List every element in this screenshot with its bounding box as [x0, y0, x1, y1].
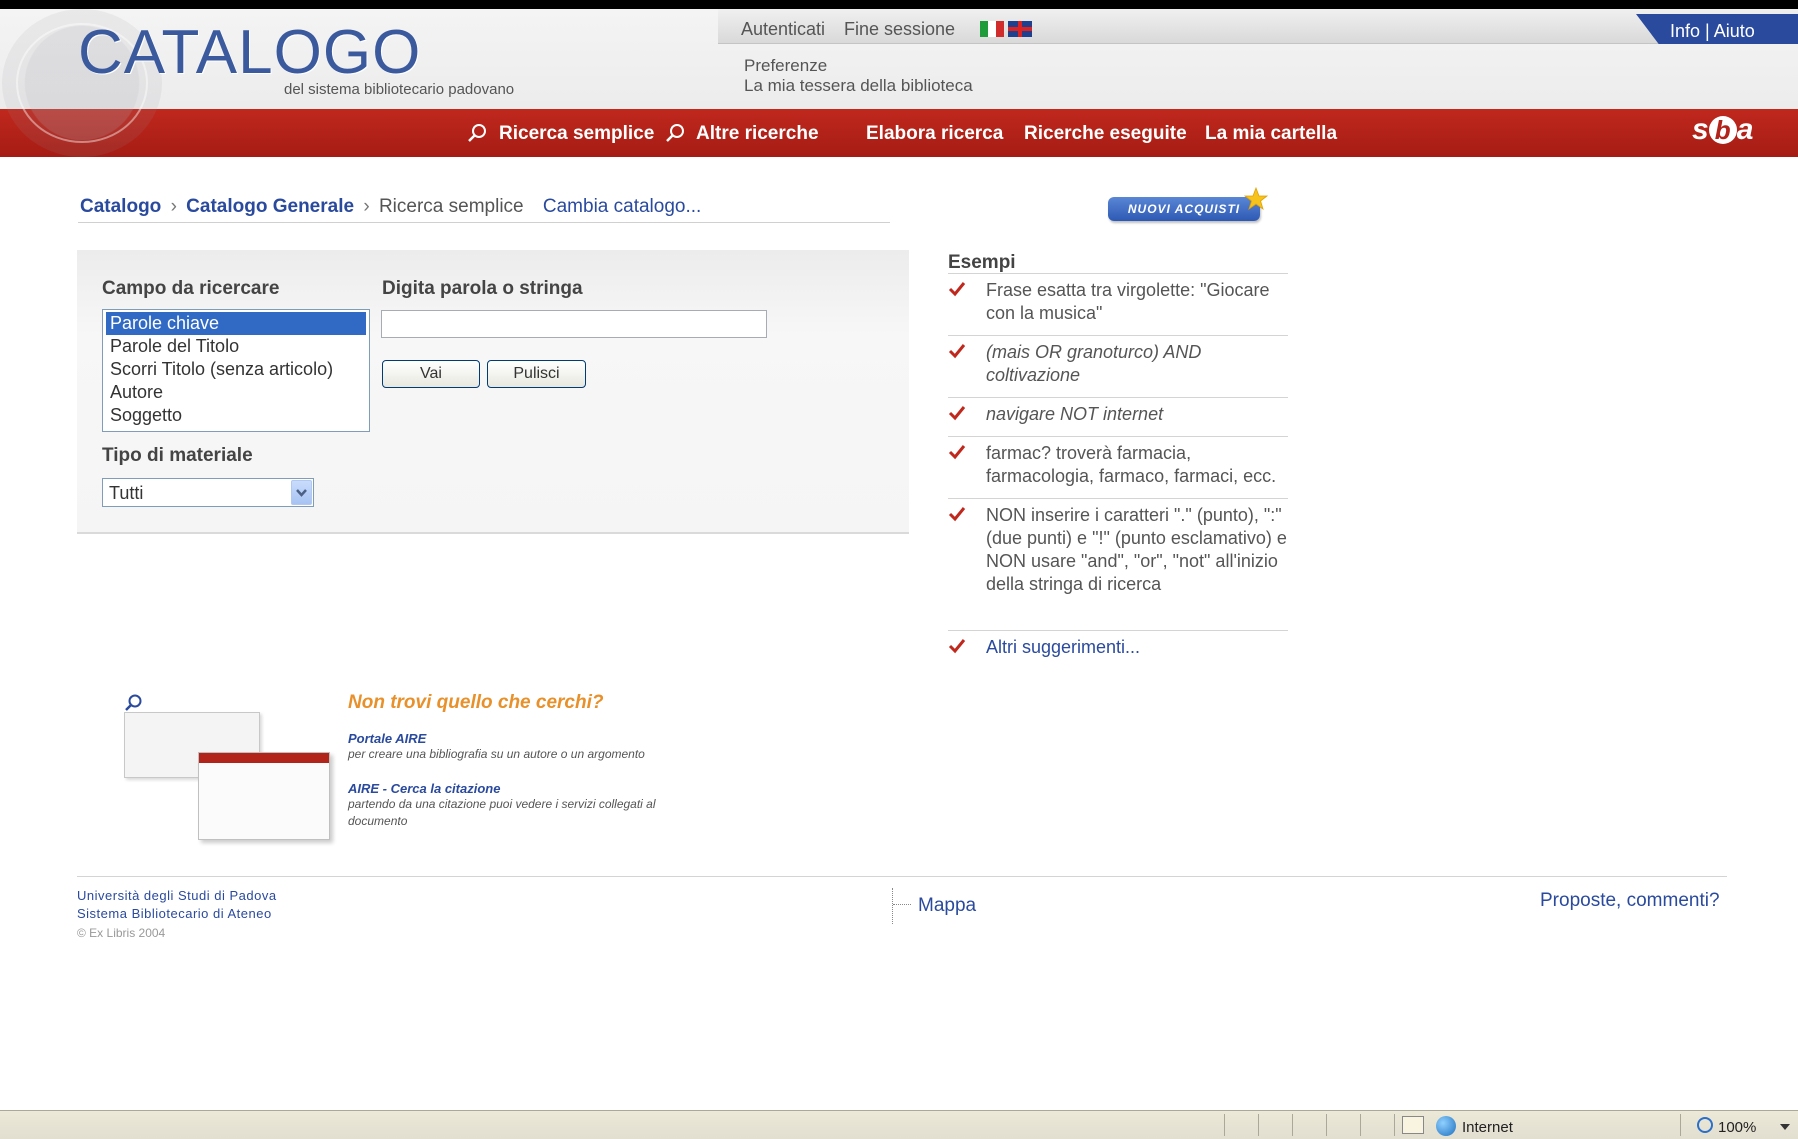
check-icon [948, 406, 966, 421]
statusbar-divider [1326, 1114, 1327, 1136]
nav-other-searches[interactable]: Altre ricerche [696, 123, 819, 145]
more-tips-link[interactable]: Altri suggerimenti... [986, 636, 1288, 659]
check-icon [948, 507, 966, 522]
sba-logo: sba [1692, 113, 1753, 147]
logout-link[interactable]: Fine sessione [844, 19, 955, 40]
aire-portal-link[interactable]: Portale AIRE [348, 731, 426, 746]
search-icon [125, 694, 142, 711]
copyright-text: © Ex Libris 2004 [77, 926, 166, 940]
change-catalog-link[interactable]: Cambia catalogo... [543, 196, 701, 217]
check-icon [948, 282, 966, 297]
breadcrumb-separator: › [170, 196, 177, 217]
material-type-label: Tipo di materiale [102, 445, 253, 466]
catalog-logo-title[interactable]: CATALOGO [78, 18, 421, 88]
examples-divider [948, 630, 1288, 631]
zoom-icon[interactable] [1697, 1117, 1713, 1133]
browser-statusbar [0, 1110, 1798, 1139]
sba-logo-s: s [1692, 113, 1709, 146]
zoom-level[interactable]: 100% [1718, 1119, 1756, 1136]
check-icon [948, 639, 966, 654]
statusbar-divider [1224, 1114, 1225, 1136]
nav-search-history[interactable]: Ricerche eseguite [1024, 123, 1187, 145]
aire-citation-link[interactable]: AIRE - Cerca la citazione [348, 781, 500, 796]
field-option-keywords[interactable]: Parole chiave [106, 312, 366, 335]
sitemap-tree-icon [892, 888, 914, 924]
login-link[interactable]: Autenticati [741, 19, 825, 40]
statusbar-divider [1258, 1114, 1259, 1136]
search-query-input[interactable] [381, 310, 767, 338]
nav-refine-search[interactable]: Elabora ricerca [866, 123, 1003, 145]
query-label: Digita parola o stringa [382, 278, 583, 299]
go-button[interactable]: Vai [382, 360, 480, 388]
sba-logo-b: b [1708, 116, 1737, 144]
examples-divider [948, 436, 1288, 437]
clear-button[interactable]: Pulisci [487, 360, 586, 388]
breadcrumb: Catalogo › Catalogo Generale › Ricerca s… [80, 196, 701, 218]
aire-citation-description: partendo da una citazione puoi vedere i … [348, 797, 656, 828]
library-card-link[interactable]: La mia tessera della biblioteca [744, 76, 973, 96]
statusbar-divider [1680, 1114, 1681, 1136]
example-exact-phrase: Frase esatta tra virgolette: "Giocare co… [986, 279, 1288, 325]
statusbar-divider [1292, 1114, 1293, 1136]
examples-divider [948, 335, 1288, 336]
citation-screenshot-thumbnail [198, 752, 330, 840]
example-boolean-not: navigare NOT internet [986, 404, 1164, 424]
new-acquisitions-button[interactable]: NUOVI ACQUISTI [1108, 197, 1260, 221]
sba-logo-a: a [1736, 113, 1754, 146]
search-icon [468, 124, 486, 142]
breadcrumb-divider [78, 222, 890, 223]
breadcrumb-catalog[interactable]: Catalogo [80, 196, 161, 217]
examples-title: Esempi [948, 252, 1016, 273]
protected-mode-icon[interactable] [1402, 1116, 1424, 1134]
sitemap-link[interactable]: Mappa [918, 895, 976, 917]
example-exact-phrase-text: Frase esatta tra virgolette: "Giocare co… [986, 280, 1270, 323]
promo-title: Non trovi quello che cerchi? [348, 692, 604, 713]
material-type-value: Tutti [109, 483, 144, 503]
search-field-listbox[interactable]: Parole chiave Parole del Titolo Scorri T… [102, 309, 370, 432]
nav-my-folder[interactable]: La mia cartella [1205, 123, 1337, 145]
star-icon [1244, 187, 1268, 211]
window-top-strip [0, 0, 1798, 9]
internet-zone-icon [1436, 1116, 1456, 1136]
example-boolean-or-and: (mais OR granoturco) AND coltivazione [986, 342, 1202, 385]
example-forbidden-characters: NON inserire i caratteri "." (punto), ":… [986, 505, 1287, 594]
aire-portal-description: per creare una bibliografia su un autore… [348, 747, 645, 761]
breadcrumb-separator: › [363, 196, 370, 217]
english-flag-icon[interactable] [1008, 21, 1032, 37]
italian-flag-icon[interactable] [980, 21, 1004, 37]
field-option-title-words[interactable]: Parole del Titolo [106, 335, 366, 358]
chevron-down-icon[interactable] [291, 480, 312, 505]
university-link[interactable]: Università degli Studi di Padova [77, 888, 277, 903]
info-help-link[interactable]: Info | Aiuto [1670, 21, 1755, 42]
check-icon [948, 344, 966, 359]
field-option-browse-title[interactable]: Scorri Titolo (senza articolo) [106, 358, 366, 381]
catalog-logo-subtitle: del sistema bibliotecario padovano [284, 81, 515, 98]
search-icon [666, 124, 684, 142]
examples-divider [948, 498, 1288, 499]
footer-divider [77, 876, 1727, 877]
examples-divider [948, 273, 1288, 274]
statusbar-divider [1394, 1114, 1395, 1136]
preferences-link[interactable]: Preferenze [744, 56, 827, 76]
field-option-author[interactable]: Autore [106, 381, 366, 404]
examples-divider [948, 397, 1288, 398]
statusbar-divider [1360, 1114, 1361, 1136]
field-option-subject[interactable]: Soggetto [106, 404, 366, 427]
breadcrumb-general-catalog[interactable]: Catalogo Generale [186, 196, 354, 217]
field-label: Campo da ricercare [102, 278, 280, 299]
chevron-down-icon[interactable] [1780, 1124, 1790, 1130]
breadcrumb-current: Ricerca semplice [378, 196, 524, 217]
material-type-select[interactable]: Tutti [102, 478, 314, 507]
nav-simple-search[interactable]: Ricerca semplice [499, 123, 654, 145]
feedback-link[interactable]: Proposte, commenti? [1540, 890, 1720, 912]
example-wildcard: farmac? troverà farmacia, farmacologia, … [986, 443, 1277, 486]
check-icon [948, 445, 966, 460]
library-system-link[interactable]: Sistema Bibliotecario di Ateneo [77, 906, 272, 921]
security-zone-label[interactable]: Internet [1462, 1119, 1513, 1136]
